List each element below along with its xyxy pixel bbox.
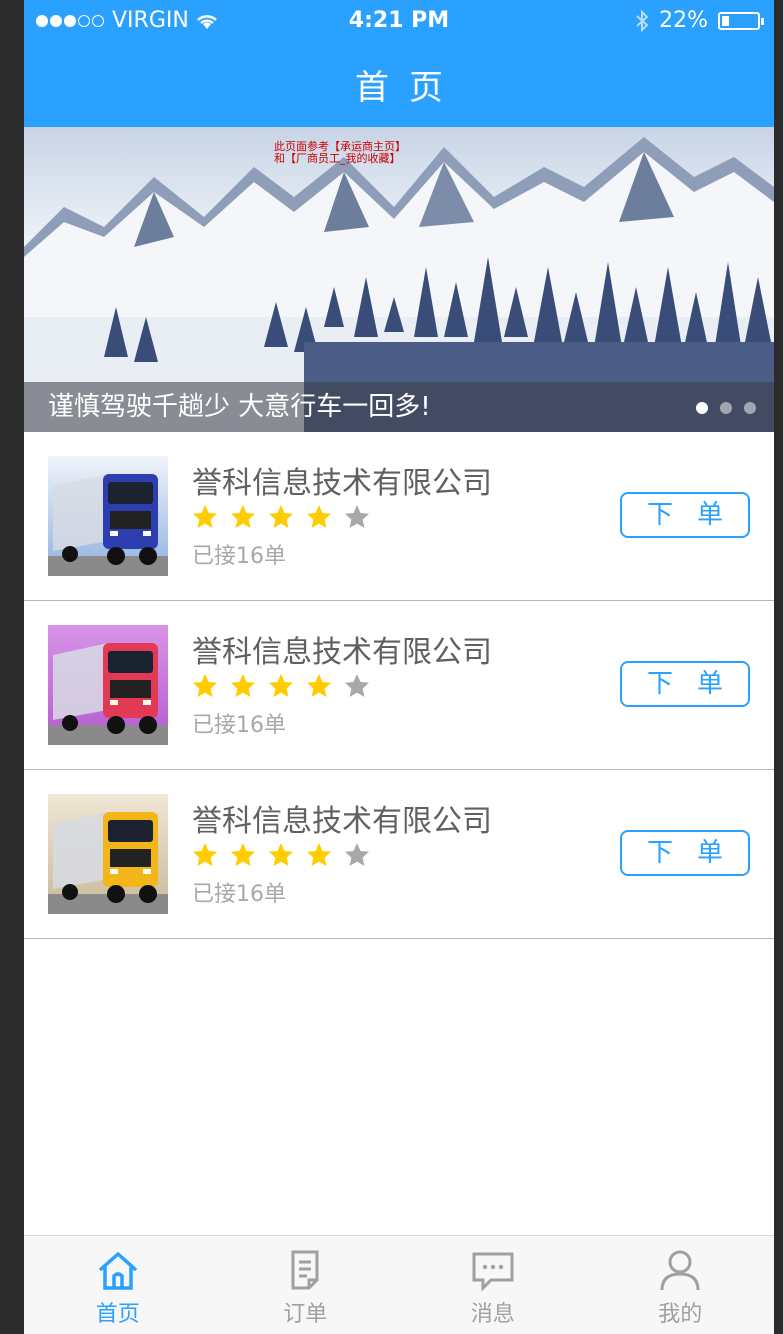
star-icon bbox=[345, 505, 369, 528]
company-name: 誉科信息技术有限公司 bbox=[192, 635, 492, 670]
bluetooth-icon bbox=[636, 9, 649, 32]
place-order-button[interactable]: 下单 bbox=[620, 830, 750, 876]
tab-label: 我的 bbox=[658, 1302, 703, 1327]
profile-icon bbox=[660, 1250, 700, 1291]
company-name: 誉科信息技术有限公司 bbox=[192, 804, 492, 839]
star-icon bbox=[231, 505, 255, 528]
truck-image bbox=[48, 794, 168, 914]
battery-icon bbox=[718, 11, 764, 30]
star-icon bbox=[269, 674, 293, 697]
tab-item[interactable]: 我的 bbox=[587, 1236, 775, 1334]
pager-dot[interactable] bbox=[744, 402, 756, 414]
tab-label: 订单 bbox=[283, 1302, 328, 1327]
star-icon bbox=[231, 674, 255, 697]
star-icon bbox=[193, 843, 217, 866]
design-note: 此页面参考【承运商主页】和【厂商员工_我的收藏】 bbox=[274, 140, 406, 165]
star-icon bbox=[345, 843, 369, 866]
star-icon bbox=[269, 843, 293, 866]
star-icon bbox=[269, 505, 293, 528]
order-count: 已接16单 bbox=[192, 713, 286, 738]
company-thumbnail[interactable] bbox=[48, 625, 168, 745]
battery-fill bbox=[722, 15, 730, 26]
app-header: VIRGIN 4:21 PM 22% 首页 bbox=[24, 0, 774, 127]
rating-stars bbox=[192, 504, 370, 530]
star-icon bbox=[231, 843, 255, 866]
company-list: 誉科信息技术有限公司 已接16单 下单 誉科信息技术有限公司 已接16单 下单 誉科信息技术… bbox=[24, 432, 774, 939]
star-icon bbox=[307, 843, 331, 866]
tab-bar: 首页 订单 消息 我的 bbox=[24, 1235, 774, 1334]
star-icon bbox=[193, 674, 217, 697]
rating-stars bbox=[192, 673, 370, 699]
order-count: 已接16单 bbox=[192, 544, 286, 569]
message-icon bbox=[472, 1252, 514, 1292]
order-count: 已接16单 bbox=[192, 882, 286, 907]
phone-screen: VIRGIN 4:21 PM 22% 首页 此页面参考【承运商主页】和【厂商员工… bbox=[24, 0, 774, 1334]
tab-item[interactable]: 消息 bbox=[399, 1236, 587, 1334]
tab-item[interactable]: 订单 bbox=[212, 1236, 400, 1334]
status-bar: VIRGIN 4:21 PM 22% bbox=[24, 4, 774, 38]
company-thumbnail[interactable] bbox=[48, 794, 168, 914]
star-icon bbox=[193, 505, 217, 528]
company-name: 誉科信息技术有限公司 bbox=[192, 466, 492, 501]
truck-image bbox=[48, 456, 168, 576]
home-icon bbox=[98, 1252, 137, 1290]
company-thumbnail[interactable] bbox=[48, 456, 168, 576]
tab-item[interactable]: 首页 bbox=[24, 1236, 212, 1334]
banner-caption: 谨慎驾驶千趟少 大意行车一回多! bbox=[24, 382, 774, 432]
page-title: 首页 bbox=[355, 68, 463, 108]
star-icon bbox=[307, 674, 331, 697]
banner-pager[interactable] bbox=[696, 402, 756, 414]
company-list-item[interactable]: 誉科信息技术有限公司已接16单 下单 bbox=[24, 770, 774, 939]
place-order-button[interactable]: 下单 bbox=[620, 492, 750, 538]
truck-image bbox=[48, 625, 168, 745]
star-icon bbox=[307, 505, 331, 528]
pager-dot[interactable] bbox=[720, 402, 732, 414]
tab-label: 消息 bbox=[470, 1302, 515, 1327]
banner-carousel[interactable]: 此页面参考【承运商主页】和【厂商员工_我的收藏】 谨慎驾驶千趟少 大意行车一回多… bbox=[24, 127, 774, 432]
battery-percent: 22% bbox=[659, 8, 708, 33]
company-list-item[interactable]: 誉科信息技术有限公司已接16单 下单 bbox=[24, 601, 774, 770]
status-right: 22% bbox=[635, 8, 764, 33]
place-order-button[interactable]: 下单 bbox=[620, 661, 750, 707]
company-list-item[interactable]: 誉科信息技术有限公司已接16单 下单 bbox=[24, 432, 774, 601]
star-icon bbox=[345, 674, 369, 697]
tab-label: 首页 bbox=[95, 1302, 140, 1327]
rating-stars bbox=[192, 842, 370, 868]
pager-dot[interactable] bbox=[696, 402, 708, 414]
order-icon bbox=[291, 1250, 319, 1290]
